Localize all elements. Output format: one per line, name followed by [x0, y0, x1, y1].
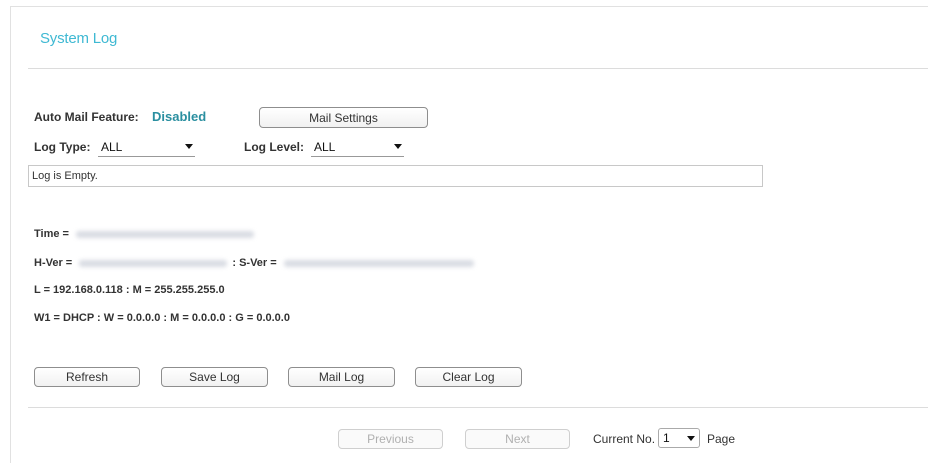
hver-value-redacted	[79, 259, 228, 267]
log-level-label: Log Level:	[244, 140, 305, 154]
page-title: System Log	[40, 30, 118, 47]
auto-mail-status: Disabled	[152, 109, 207, 124]
log-type-value: ALL	[101, 139, 123, 154]
page-label: Page	[707, 432, 736, 446]
log-display: Log is Empty.	[28, 165, 763, 187]
previous-button[interactable]: Previous	[338, 429, 443, 449]
time-line: Time =	[34, 228, 255, 240]
time-value-redacted	[76, 230, 255, 238]
chevron-down-icon	[687, 435, 695, 441]
time-label: Time =	[34, 228, 69, 240]
mail-settings-button[interactable]: Mail Settings	[259, 107, 428, 128]
current-page-select[interactable]: 1	[658, 428, 700, 448]
chevron-down-icon	[394, 144, 402, 149]
sver-value-redacted	[283, 259, 474, 267]
sver-label: : S-Ver =	[232, 257, 277, 269]
current-page-label: Current No.	[593, 432, 656, 446]
version-line: H-Ver = : S-Ver =	[34, 257, 474, 269]
clear-log-button[interactable]: Clear Log	[415, 367, 522, 387]
lan-line: L = 192.168.0.118 : M = 255.255.255.0	[34, 284, 225, 296]
current-page-value: 1	[663, 431, 670, 445]
log-level-value: ALL	[314, 139, 336, 154]
hver-label: H-Ver =	[34, 257, 73, 269]
log-type-select[interactable]: ALL	[98, 137, 195, 157]
save-log-button[interactable]: Save Log	[161, 367, 268, 387]
log-content: Log is Empty.	[32, 170, 98, 182]
refresh-button[interactable]: Refresh	[34, 367, 140, 387]
title-divider	[28, 68, 928, 69]
chevron-down-icon	[185, 144, 193, 149]
next-button[interactable]: Next	[465, 429, 570, 449]
wan-line: W1 = DHCP : W = 0.0.0.0 : M = 0.0.0.0 : …	[34, 312, 290, 324]
mail-log-button[interactable]: Mail Log	[288, 367, 395, 387]
log-type-label: Log Type:	[34, 140, 91, 154]
footer-divider	[28, 407, 928, 408]
log-level-select[interactable]: ALL	[311, 137, 404, 157]
auto-mail-label: Auto Mail Feature:	[34, 110, 139, 124]
